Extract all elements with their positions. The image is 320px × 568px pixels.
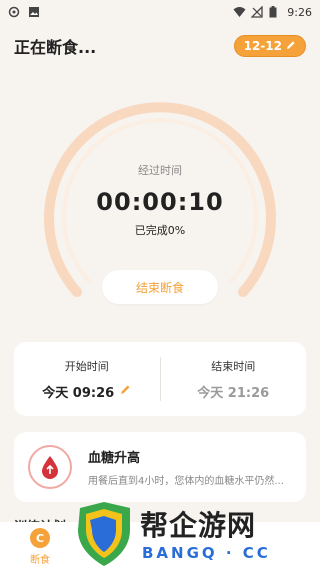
end-time-label: 结束时间 bbox=[211, 359, 256, 373]
info-title: 血糖升高 bbox=[88, 451, 141, 466]
pencil-icon bbox=[286, 39, 296, 53]
edit-pencil-icon[interactable] bbox=[120, 384, 131, 399]
watermark-logo-icon bbox=[78, 502, 130, 566]
fasting-nav-icon: C bbox=[30, 528, 50, 548]
completed-percent: 已完成0% bbox=[134, 224, 186, 237]
end-time-section: 结束时间 今天 21:26 bbox=[161, 358, 307, 401]
nav-item-fasting[interactable]: C 断食 bbox=[24, 528, 56, 566]
watermark-sub: BANGQ · CC bbox=[142, 544, 271, 562]
end-time-value: 今天 21:26 bbox=[197, 385, 270, 401]
no-signal-icon bbox=[250, 5, 263, 18]
start-time-value: 今天 09:26 bbox=[42, 385, 115, 401]
end-fasting-button[interactable]: 结束断食 bbox=[102, 270, 218, 304]
fasting-time-card: 开始时间 今天 09:26 结束时间 今天 21:26 bbox=[14, 342, 306, 416]
status-bar: 9:26 bbox=[0, 0, 320, 24]
start-time-label: 开始时间 bbox=[64, 359, 109, 373]
battery-icon bbox=[269, 6, 281, 18]
image-notification-icon bbox=[28, 6, 40, 18]
header: 正在断食... 12-12 bbox=[0, 30, 320, 62]
blood-drop-icon bbox=[28, 445, 72, 489]
elapsed-time: 00:00:10 bbox=[96, 188, 224, 216]
settings-notification-icon bbox=[8, 6, 20, 18]
wifi-icon bbox=[233, 6, 246, 18]
nav-label-fasting: 断食 bbox=[30, 555, 50, 566]
page-title: 正在断食... bbox=[14, 38, 97, 57]
blood-sugar-card[interactable]: 血糖升高 用餐后直到4小时，您体内的血糖水平仍然... bbox=[14, 432, 306, 502]
elapsed-label: 经过时间 bbox=[138, 164, 182, 177]
info-description: 用餐后直到4小时，您体内的血糖水平仍然... bbox=[88, 476, 284, 487]
watermark: 帮企游网 BANGQ · CC bbox=[72, 500, 320, 568]
plan-label: 12-12 bbox=[243, 39, 282, 53]
status-time: 9:26 bbox=[287, 5, 312, 19]
fasting-plan-button[interactable]: 12-12 bbox=[233, 35, 306, 57]
watermark-title: 帮企游网 bbox=[140, 509, 257, 542]
start-time-section[interactable]: 开始时间 今天 09:26 bbox=[14, 358, 160, 401]
